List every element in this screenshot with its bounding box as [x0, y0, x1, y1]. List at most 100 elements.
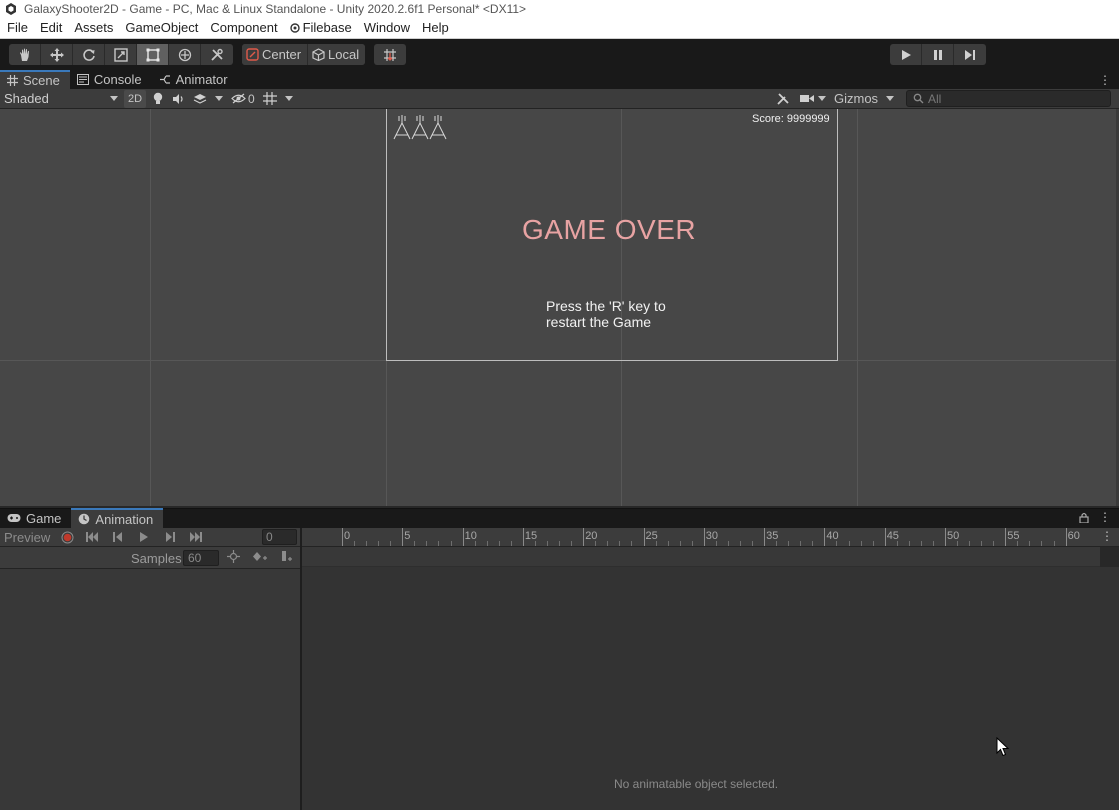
camera-icon — [800, 95, 814, 102]
grid-line — [150, 109, 151, 506]
timeline-minor-tick — [752, 541, 754, 546]
grid-toggle[interactable] — [259, 90, 281, 108]
transform-tools — [9, 44, 233, 65]
move-icon — [49, 47, 64, 62]
gizmos-button[interactable]: Gizmos — [830, 90, 882, 108]
timeline-ruler[interactable]: ⋮ 0 5 10 15 20 25 30 35 40 45 50 55 60 — [302, 528, 1119, 547]
kebab-menu-icon[interactable]: ⋮ — [1101, 529, 1113, 543]
play-button[interactable] — [890, 44, 922, 65]
custom-tool-button[interactable] — [201, 44, 233, 65]
chevron-down-icon — [886, 96, 894, 101]
play-controls — [890, 44, 986, 65]
toggle-2d-button[interactable]: 2D — [124, 89, 146, 108]
snap-icon[interactable] — [227, 550, 240, 566]
hidden-objects-toggle[interactable]: 0 — [227, 90, 259, 108]
timeline-major-tick — [824, 528, 826, 546]
first-keyframe-button[interactable] — [79, 528, 105, 547]
scene-view[interactable]: Score: 9999999 GAME OVER Press the 'R' k… — [0, 109, 1119, 506]
rect-tool-button[interactable] — [137, 44, 169, 65]
timeline-minor-tick — [414, 541, 416, 546]
scene-tools-button[interactable] — [772, 90, 794, 108]
timeline-minor-tick — [727, 541, 729, 546]
effects-dropdown[interactable] — [211, 90, 227, 108]
timeline-minor-tick — [474, 541, 476, 546]
samples-field[interactable]: 60 — [183, 550, 219, 566]
lighting-toggle[interactable] — [148, 90, 168, 108]
keyframe-summary-row[interactable] — [302, 547, 1100, 567]
bottom-tab-bar: Game Animation ⋮ — [0, 508, 1119, 528]
timeline-major-tick — [583, 528, 585, 546]
hand-icon — [19, 48, 29, 61]
menu-window[interactable]: Window — [358, 20, 416, 35]
menu-filebase[interactable]: Filebase — [284, 20, 358, 35]
dopesheet-area[interactable] — [302, 567, 1119, 810]
add-keyframe-icon[interactable] — [252, 550, 268, 566]
lightbulb-icon — [153, 92, 163, 104]
tab-animation-label: Animation — [95, 511, 154, 527]
timeline-minor-tick — [631, 541, 633, 546]
kebab-menu-icon[interactable]: ⋮ — [1099, 511, 1111, 523]
transform-tool-button[interactable] — [169, 44, 201, 65]
step-button[interactable] — [954, 44, 986, 65]
clock-icon — [79, 513, 90, 525]
tab-game[interactable]: Game — [0, 508, 71, 528]
effects-toggle[interactable] — [189, 90, 211, 108]
menu-file[interactable]: File — [0, 20, 34, 35]
tab-scene-label: Scene — [23, 73, 60, 88]
gizmos-dropdown[interactable] — [882, 90, 898, 108]
speaker-icon — [173, 93, 183, 104]
lock-icon[interactable] — [1079, 512, 1089, 523]
layers-icon — [193, 93, 207, 104]
timeline-minor-tick — [860, 541, 862, 546]
play-animation-button[interactable] — [131, 528, 157, 547]
menu-edit[interactable]: Edit — [34, 20, 68, 35]
tab-scene[interactable]: Scene — [0, 70, 70, 89]
preview-button[interactable]: Preview — [0, 528, 55, 547]
hand-tool-button[interactable] — [9, 44, 41, 65]
timeline-minor-tick — [848, 541, 850, 546]
move-tool-button[interactable] — [41, 44, 73, 65]
transform-icon — [178, 48, 191, 61]
rotate-tool-button[interactable] — [73, 44, 105, 65]
audio-toggle[interactable] — [168, 90, 189, 108]
tab-console-label: Console — [93, 72, 142, 87]
tab-console[interactable]: Console — [70, 70, 152, 89]
animation-properties-pane[interactable] — [0, 569, 300, 810]
menu-component[interactable]: Component — [204, 20, 283, 35]
camera-settings-button[interactable] — [796, 90, 830, 108]
last-keyframe-button[interactable] — [183, 528, 209, 547]
next-keyframe-button[interactable] — [157, 528, 183, 547]
grid-snap-button[interactable] — [374, 44, 406, 65]
kebab-menu-icon[interactable]: ⋮ — [1099, 73, 1111, 87]
timeline-minor-tick — [872, 541, 874, 546]
pivot-local-button[interactable]: Local — [308, 44, 366, 65]
menu-gameobject[interactable]: GameObject — [119, 20, 204, 35]
add-event-icon[interactable] — [280, 550, 294, 566]
timeline-minor-tick — [836, 541, 838, 546]
timeline-minor-tick — [426, 541, 428, 546]
grid-line — [857, 109, 858, 506]
record-button[interactable] — [55, 528, 79, 547]
pause-button[interactable] — [922, 44, 954, 65]
skip-end-icon — [190, 532, 202, 542]
tools-icon — [211, 48, 223, 61]
tools-icon — [777, 92, 789, 105]
scale-tool-button[interactable] — [105, 44, 137, 65]
chevron-down-icon — [818, 96, 826, 101]
score-text: Score: 9999999 — [752, 113, 830, 125]
prev-keyframe-button[interactable] — [105, 528, 131, 547]
snap-group — [374, 44, 407, 65]
draw-mode-dropdown[interactable]: Shaded — [0, 90, 122, 108]
hidden-count: 0 — [248, 91, 255, 106]
tab-animator[interactable]: Animator — [152, 70, 238, 89]
timeline-minor-tick — [800, 541, 802, 546]
current-frame-field[interactable]: 0 — [262, 529, 297, 545]
scene-search-input[interactable]: All — [906, 90, 1111, 107]
menu-assets[interactable]: Assets — [68, 20, 119, 35]
pause-icon — [933, 49, 942, 60]
tab-animation[interactable]: Animation — [71, 508, 164, 528]
grid-dropdown[interactable] — [281, 90, 297, 108]
timeline-major-tick — [703, 528, 705, 546]
pivot-center-button[interactable]: Center — [242, 44, 309, 65]
menu-help[interactable]: Help — [416, 20, 455, 35]
